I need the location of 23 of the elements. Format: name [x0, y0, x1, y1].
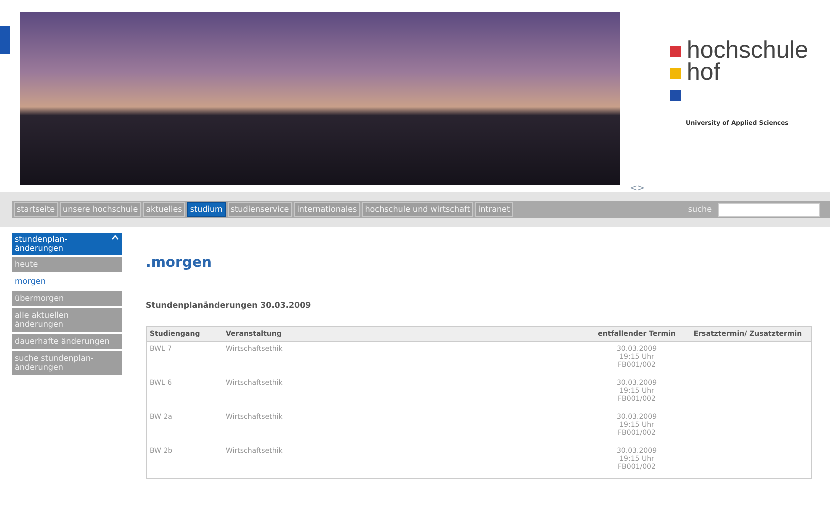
nav-item[interactable]: internationales	[294, 202, 360, 217]
nav-item[interactable]: intranet	[475, 202, 514, 217]
search-label: suche	[688, 205, 712, 214]
sidebar-item[interactable]: alle aktuellen änderungen	[12, 308, 122, 332]
search-field[interactable]	[718, 202, 820, 216]
page-marker	[0, 26, 10, 54]
sidebar-item[interactable]: heute	[12, 257, 122, 272]
nav-item[interactable]: aktuelles	[143, 202, 186, 217]
sidebar-header[interactable]: stundenplan-änderungen	[12, 233, 122, 255]
nav-item[interactable]: hochschule und wirtschaft	[362, 202, 474, 217]
nav-item[interactable]: studium	[187, 202, 226, 217]
nav-item[interactable]: unsere hochschule	[60, 202, 142, 217]
sidebar-item[interactable]: übermorgen	[12, 291, 122, 306]
section-heading: Stundenplanänderungen 30.03.2009	[146, 301, 312, 310]
logo-text: hochschule	[687, 40, 808, 62]
sidebar-item[interactable]: suche stundenplan-änderungen	[12, 351, 122, 375]
nav-item[interactable]: studienservice	[228, 202, 292, 217]
nav-item[interactable]: startseite	[14, 202, 58, 217]
chevron-up-icon	[112, 235, 119, 240]
logo-text: hof	[687, 62, 720, 84]
sidebar-item[interactable]: dauerhafte änderungen	[12, 334, 122, 349]
banner-pager[interactable]: <>	[630, 184, 646, 194]
page-title: .morgen	[146, 255, 213, 271]
